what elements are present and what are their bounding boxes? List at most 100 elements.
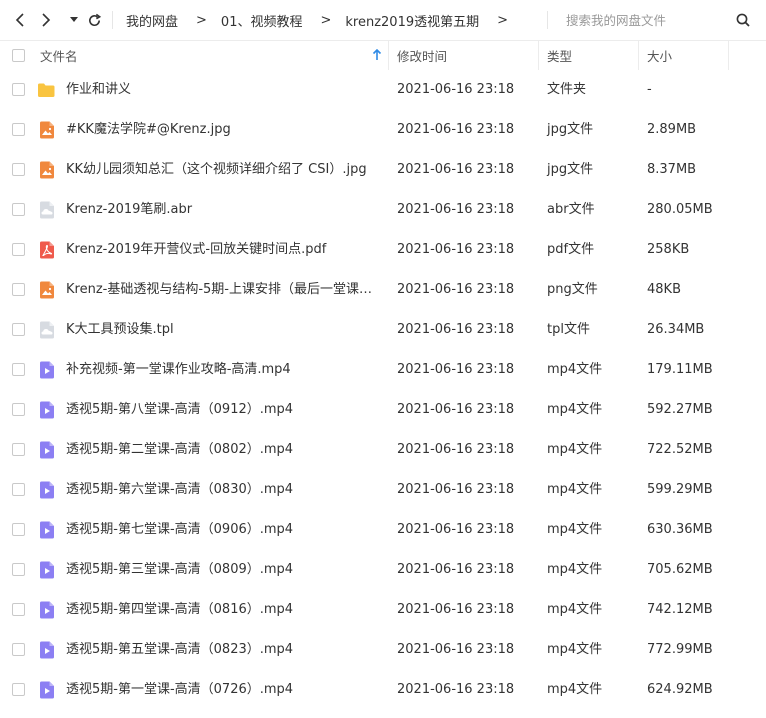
folder-icon [38,83,55,97]
file-row[interactable]: 透视5期-第七堂课-高清（0906）.mp4 2021-06-16 23:18 mp… [0,510,766,550]
row-checkbox[interactable] [12,203,25,216]
file-type: mp4文件 [547,562,603,577]
row-checkbox[interactable] [12,283,25,296]
file-name[interactable]: Krenz-2019笔刷.abr [66,190,382,230]
file-modified-time: 2021-06-16 23:18 [397,442,515,457]
file-row[interactable]: K大工具预设集.tpl 2021-06-16 23:18 tpl文件 26.34MB [0,310,766,350]
file-size: 624.92MB [647,682,713,697]
file-size: 599.29MB [647,482,713,497]
file-modified-time: 2021-06-16 23:18 [397,482,515,497]
row-checkbox[interactable] [12,243,25,256]
file-size: 280.05MB [647,202,713,217]
file-name[interactable]: 透视5期-第八堂课-高清（0912）.mp4 [66,390,382,430]
search-button[interactable] [733,10,753,30]
file-row[interactable]: KK幼儿园须知总汇（这个视频详细介绍了 CSI）.jpg 2021-06-16 2… [0,150,766,190]
video-file-icon [40,561,54,579]
row-checkbox[interactable] [12,643,25,656]
file-size: 179.11MB [647,362,713,377]
history-dropdown-button[interactable] [64,10,84,30]
search-input[interactable] [564,9,728,31]
file-modified-time: 2021-06-16 23:18 [397,682,515,697]
breadcrumb: 我的网盘 > 01、视频教程 > krenz2019透视第五期 > [126,0,522,40]
file-name[interactable]: 透视5期-第七堂课-高清（0906）.mp4 [66,510,382,550]
file-size: - [647,82,652,97]
column-header-size[interactable]: 大小 [647,40,727,70]
file-row[interactable]: #KK魔法学院#@Krenz.jpg 2021-06-16 23:18 jpg文件 2… [0,110,766,150]
file-name[interactable]: 透视5期-第五堂课-高清（0823）.mp4 [66,630,382,670]
file-modified-time: 2021-06-16 23:18 [397,562,515,577]
column-header-modified[interactable]: 修改时间 [397,40,537,70]
file-size: 705.62MB [647,562,713,577]
column-divider[interactable] [638,40,639,70]
video-file-icon [40,681,54,699]
row-checkbox[interactable] [12,483,25,496]
column-header-name[interactable]: 文件名 [40,40,380,70]
file-row[interactable]: 透视5期-第三堂课-高清（0809）.mp4 2021-06-16 23:18 mp… [0,550,766,590]
file-type: 文件夹 [547,82,587,97]
chevron-right-icon [42,13,51,27]
row-checkbox[interactable] [12,83,25,96]
row-checkbox[interactable] [12,123,25,136]
row-checkbox[interactable] [12,563,25,576]
file-row[interactable]: Krenz-2019笔刷.abr 2021-06-16 23:18 abr文件 280… [0,190,766,230]
file-type: mp4文件 [547,602,603,617]
row-checkbox[interactable] [12,603,25,616]
file-row[interactable]: 透视5期-第六堂课-高清（0830）.mp4 2021-06-16 23:18 mp… [0,470,766,510]
file-row[interactable]: 作业和讲义 2021-06-16 23:18 文件夹 - [0,70,766,110]
column-divider[interactable] [538,40,539,70]
column-divider[interactable] [388,40,389,70]
row-checkbox[interactable] [12,163,25,176]
file-name[interactable]: Krenz-2019年开营仪式-回放关键时间点.pdf [66,230,382,270]
back-button[interactable] [10,10,30,30]
file-row[interactable]: 透视5期-第一堂课-高清（0726）.mp4 2021-06-16 23:18 mp… [0,670,766,710]
file-name[interactable]: 透视5期-第一堂课-高清（0726）.mp4 [66,670,382,710]
arrow-up-icon[interactable] [372,49,382,61]
file-size: 742.12MB [647,602,713,617]
file-row[interactable]: 补充视频-第一堂课作业攻略-高清.mp4 2021-06-16 23:18 mp4文… [0,350,766,390]
row-checkbox[interactable] [12,323,25,336]
file-name[interactable]: Krenz-基础透视与结构-5期-上课安排（最后一堂课提前1... [66,270,382,310]
file-type: mp4文件 [547,682,603,697]
file-name[interactable]: 透视5期-第四堂课-高清（0816）.mp4 [66,590,382,630]
chevron-left-icon [15,13,24,27]
file-modified-time: 2021-06-16 23:18 [397,362,515,377]
file-row[interactable]: Krenz-基础透视与结构-5期-上课安排（最后一堂课提前1... 2021-06… [0,270,766,310]
file-type: mp4文件 [547,402,603,417]
file-type: mp4文件 [547,522,603,537]
refresh-button[interactable] [84,10,104,30]
file-type: mp4文件 [547,442,603,457]
file-name[interactable]: #KK魔法学院#@Krenz.jpg [66,110,382,150]
toolbar-divider [112,11,113,29]
file-name[interactable]: 透视5期-第六堂课-高清（0830）.mp4 [66,470,382,510]
pdf-file-icon [40,241,54,259]
row-checkbox[interactable] [12,443,25,456]
file-name[interactable]: 透视5期-第三堂课-高清（0809）.mp4 [66,550,382,590]
breadcrumb-separator: > [196,12,207,28]
search-divider [547,11,548,29]
file-row[interactable]: 透视5期-第二堂课-高清（0802）.mp4 2021-06-16 23:18 mp… [0,430,766,470]
file-row[interactable]: 透视5期-第八堂课-高清（0912）.mp4 2021-06-16 23:18 mp… [0,390,766,430]
forward-button[interactable] [36,10,56,30]
video-file-icon [40,641,54,659]
file-name[interactable]: 透视5期-第二堂课-高清（0802）.mp4 [66,430,382,470]
file-row[interactable]: Krenz-2019年开营仪式-回放关键时间点.pdf 2021-06-16 23… [0,230,766,270]
column-header-type[interactable]: 类型 [547,40,637,70]
breadcrumb-item-current-folder[interactable]: krenz2019透视第五期 [345,11,479,30]
breadcrumb-separator[interactable]: > [497,13,508,28]
row-checkbox[interactable] [12,523,25,536]
breadcrumb-item-video-tutorials[interactable]: 01、视频教程 [221,11,303,30]
file-row[interactable]: 透视5期-第五堂课-高清（0823）.mp4 2021-06-16 23:18 mp… [0,630,766,670]
file-name[interactable]: 补充视频-第一堂课作业攻略-高清.mp4 [66,350,382,390]
row-checkbox[interactable] [12,403,25,416]
file-name[interactable]: KK幼儿园须知总汇（这个视频详细介绍了 CSI）.jpg [66,150,382,190]
select-all-checkbox[interactable] [12,49,25,62]
file-modified-time: 2021-06-16 23:18 [397,82,515,97]
file-name[interactable]: 作业和讲义 [66,70,382,110]
breadcrumb-item-root[interactable]: 我的网盘 [126,11,178,30]
file-size: 722.52MB [647,442,713,457]
row-checkbox[interactable] [12,683,25,696]
file-name[interactable]: K大工具预设集.tpl [66,310,382,350]
column-divider[interactable] [728,40,729,70]
row-checkbox[interactable] [12,363,25,376]
file-row[interactable]: 透视5期-第四堂课-高清（0816）.mp4 2021-06-16 23:18 mp… [0,590,766,630]
